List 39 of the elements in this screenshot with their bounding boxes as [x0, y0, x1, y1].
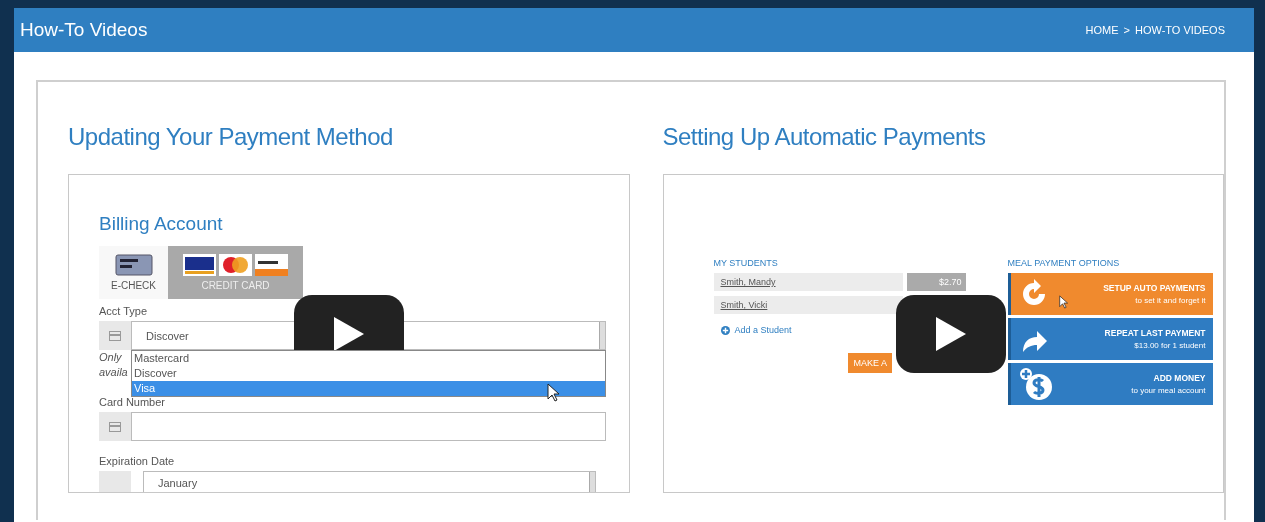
dropdown-option[interactable]: Visa [132, 381, 605, 396]
breadcrumb-link[interactable]: HOW-TO VIDEOS [1134, 24, 1225, 36]
play-button[interactable] [895, 295, 1006, 373]
card-logo-icon [255, 254, 288, 276]
add-student-link[interactable]: Add a Student [720, 325, 792, 335]
plus-circle-icon [720, 325, 730, 335]
student-link[interactable]: Smith, Mandy [713, 273, 903, 291]
video-title: Updating Your Payment Method [68, 123, 393, 151]
payment-option[interactable]: ADD MONEY to your meal account [1007, 363, 1213, 405]
field-addon [99, 471, 131, 492]
hint-text: Only [99, 350, 122, 365]
breadcrumb-separator: > [1123, 24, 1130, 36]
select-field[interactable]: January [143, 471, 596, 492]
card-logo-icon [183, 254, 216, 276]
page-title: How-To Videos [20, 19, 148, 41]
video-title: Setting Up Automatic Payments [662, 123, 986, 151]
field-label: Expiration Date [99, 455, 175, 467]
section-heading: MEAL PAYMENT OPTIONS [1007, 258, 1120, 268]
payment-option[interactable]: SETUP AUTO PAYMENTS to set it and forget it [1007, 273, 1213, 315]
field-label: Acct Type [99, 305, 148, 317]
payment-tab[interactable]: E-CHECK [99, 246, 168, 299]
input-field[interactable] [131, 412, 606, 441]
hint-text: availa [99, 365, 128, 380]
payment-option[interactable]: REPEAT LAST PAYMENT $13.00 for 1 student [1007, 318, 1213, 360]
play-icon [935, 317, 966, 351]
make-payment-button[interactable]: MAKE A [847, 353, 892, 373]
student-link[interactable]: Smith, Vicki [713, 296, 903, 314]
cursor-icon [1058, 295, 1069, 309]
balance-cell: $2.70 [906, 273, 966, 291]
breadcrumb-link[interactable]: HOME [1085, 24, 1119, 36]
form-heading: Billing Account [99, 213, 223, 235]
dropdown-option[interactable]: Mastercard [132, 351, 605, 366]
dollar-plus-icon [1018, 367, 1053, 401]
section-heading: MY STUDENTS [713, 258, 778, 268]
card-icon [109, 421, 121, 432]
card-icon [109, 330, 121, 341]
card-logo-icon [219, 254, 252, 276]
field-label: Card Number [99, 396, 166, 408]
dropdown-option[interactable]: Discover [132, 366, 605, 381]
